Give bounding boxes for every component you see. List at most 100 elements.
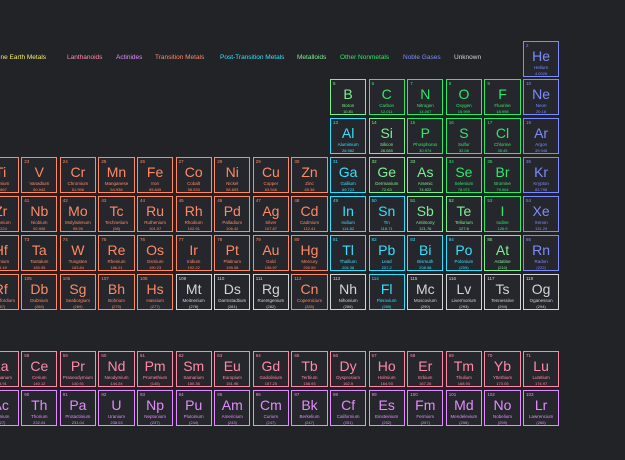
element-cell-bi[interactable]: 83 Bi Bismuth 208.98: [407, 235, 444, 271]
element-cell-lu[interactable]: 71 Lu Lutetium 174.97: [523, 351, 560, 387]
element-cell-pb[interactable]: 82 Pb Lead 207.2: [368, 235, 405, 271]
element-cell-in[interactable]: 49 In Indium 114.82: [330, 196, 367, 232]
element-cell-he[interactable]: 2 He Helium 4.0026: [523, 41, 560, 77]
element-cell-sn[interactable]: 50 Sn Tin 118.71: [368, 196, 405, 232]
element-cell-fl[interactable]: 114 Fl Flerovium (289): [368, 274, 405, 310]
element-cell-si[interactable]: 14 Si Silicon 28.085: [368, 118, 405, 154]
element-cell-ac[interactable]: 89AcActinium(227): [0, 390, 19, 426]
element-cell-pa[interactable]: 91 Pa Protactinium 231.04: [59, 390, 96, 426]
element-cell-tl[interactable]: 81 Tl Thallium 204.38: [330, 235, 367, 271]
element-cell-po[interactable]: 84 Po Polonium (209): [445, 235, 482, 271]
element-cell-bk[interactable]: 97 Bk Berkelium (247): [291, 390, 328, 426]
element-cell-ne[interactable]: 10 Ne Neon 20.18: [523, 79, 560, 115]
element-cell-c[interactable]: 6 C Carbon 12.011: [368, 79, 405, 115]
element-cell-ti[interactable]: 22TiTitanium47.867: [0, 157, 19, 193]
element-cell-cn[interactable]: 112 Cn Copernicium (285): [291, 274, 328, 310]
element-cell-cm[interactable]: 96 Cm Curium (247): [252, 390, 289, 426]
element-cell-rn[interactable]: 86 Rn Radon (222): [523, 235, 560, 271]
element-cell-te[interactable]: 52 Te Tellurium 127.6: [445, 196, 482, 232]
element-cell-v[interactable]: 23 V Vanadium 50.942: [21, 157, 58, 193]
element-cell-rf[interactable]: 104RfRutherfordium(267): [0, 274, 19, 310]
element-cell-pt[interactable]: 78 Pt Platinum 195.08: [214, 235, 251, 271]
element-cell-sg[interactable]: 106 Sg Seaborgium (269): [59, 274, 96, 310]
element-cell-sm[interactable]: 62 Sm Samarium 150.36: [175, 351, 212, 387]
element-cell-fm[interactable]: 100 Fm Fermium (257): [407, 390, 444, 426]
element-cell-db[interactable]: 105 Db Dubnium (268): [21, 274, 58, 310]
element-cell-np[interactable]: 93 Np Neptunium (237): [137, 390, 174, 426]
element-cell-nb[interactable]: 41 Nb Niobium 92.906: [21, 196, 58, 232]
element-cell-ar[interactable]: 18 Ar Argon 39.948: [523, 118, 560, 154]
element-cell-u[interactable]: 92 U Uranium 238.03: [98, 390, 135, 426]
element-cell-kr[interactable]: 36 Kr Krypton 83.798: [523, 157, 560, 193]
element-cell-ts[interactable]: 117 Ts Tennessine (294): [484, 274, 521, 310]
element-cell-th[interactable]: 90 Th Thorium 232.04: [21, 390, 58, 426]
element-cell-eu[interactable]: 63 Eu Europium 151.96: [214, 351, 251, 387]
element-cell-md[interactable]: 101 Md Mendelevium (258): [445, 390, 482, 426]
element-cell-ce[interactable]: 58 Ce Cerium 140.12: [21, 351, 58, 387]
element-cell-os[interactable]: 76 Os Osmium 190.23: [137, 235, 174, 271]
element-cell-er[interactable]: 68 Er Erbium 167.26: [407, 351, 444, 387]
element-cell-at[interactable]: 85 At Astatine (210): [484, 235, 521, 271]
element-cell-gd[interactable]: 64 Gd Gadolinium 157.25: [252, 351, 289, 387]
element-cell-am[interactable]: 95 Am Americium (243): [214, 390, 251, 426]
element-cell-og[interactable]: 118 Og Oganesson (294): [523, 274, 560, 310]
element-cell-ga[interactable]: 31 Ga Gallium 69.723: [330, 157, 367, 193]
element-cell-se[interactable]: 34 Se Selenium 78.971: [445, 157, 482, 193]
element-cell-n[interactable]: 7 N Nitrogen 14.007: [407, 79, 444, 115]
element-cell-ir[interactable]: 77 Ir Iridium 192.22: [175, 235, 212, 271]
element-cell-f[interactable]: 9 F Fluorine 18.998: [484, 79, 521, 115]
element-cell-al[interactable]: 13 Al Aluminium 26.982: [330, 118, 367, 154]
element-cell-dy[interactable]: 66 Dy Dysprosium 162.5: [330, 351, 367, 387]
element-cell-hf[interactable]: 72HfHafnium178.49: [0, 235, 19, 271]
element-cell-co[interactable]: 27 Co Cobalt 58.933: [175, 157, 212, 193]
element-cell-yb[interactable]: 70 Yb Ytterbium 173.05: [484, 351, 521, 387]
element-cell-bh[interactable]: 107 Bh Bohrium (270): [98, 274, 135, 310]
element-cell-ag[interactable]: 47 Ag Silver 107.87: [252, 196, 289, 232]
element-cell-mt[interactable]: 109 Mt Meitnerium (278): [175, 274, 212, 310]
element-cell-cd[interactable]: 48 Cd Cadmium 112.41: [291, 196, 328, 232]
element-cell-cu[interactable]: 29 Cu Copper 63.546: [252, 157, 289, 193]
element-cell-p[interactable]: 15 P Phosphorus 30.974: [407, 118, 444, 154]
element-cell-ds[interactable]: 110 Ds Darmstadtium (281): [214, 274, 251, 310]
element-cell-w[interactable]: 74 W Tungsten 183.84: [59, 235, 96, 271]
element-cell-pr[interactable]: 59 Pr Praseodymium 140.91: [59, 351, 96, 387]
element-cell-cf[interactable]: 98 Cf Californium (251): [330, 390, 367, 426]
element-cell-la[interactable]: 57LaLanthanum138.91: [0, 351, 19, 387]
element-cell-tm[interactable]: 69 Tm Thulium 168.93: [445, 351, 482, 387]
element-cell-no[interactable]: 102 No Nobelium (259): [484, 390, 521, 426]
element-cell-mc[interactable]: 115 Mc Moscovium (290): [407, 274, 444, 310]
element-cell-pm[interactable]: 61 Pm Promethium (145): [137, 351, 174, 387]
element-cell-s[interactable]: 16 S Sulfur 32.06: [445, 118, 482, 154]
element-cell-xe[interactable]: 54 Xe Xenon 131.29: [523, 196, 560, 232]
element-cell-cr[interactable]: 24 Cr Chromium 51.996: [59, 157, 96, 193]
element-cell-tb[interactable]: 65 Tb Terbium 158.93: [291, 351, 328, 387]
element-cell-sb[interactable]: 51 Sb Antimony 121.76: [407, 196, 444, 232]
element-cell-cl[interactable]: 17 Cl Chlorine 35.45: [484, 118, 521, 154]
element-cell-rg[interactable]: 111 Rg Roentgenium (282): [252, 274, 289, 310]
element-cell-au[interactable]: 79 Au Gold 196.97: [252, 235, 289, 271]
element-cell-lr[interactable]: 103 Lr Lawrencium (266): [523, 390, 560, 426]
element-cell-nd[interactable]: 60 Nd Neodymium 144.24: [98, 351, 135, 387]
element-cell-es[interactable]: 99 Es Einsteinium (252): [368, 390, 405, 426]
element-cell-rh[interactable]: 45 Rh Rhodium 102.91: [175, 196, 212, 232]
element-cell-re[interactable]: 75 Re Rhenium 186.21: [98, 235, 135, 271]
element-cell-b[interactable]: 5 B Boron 10.81: [330, 79, 367, 115]
element-cell-o[interactable]: 8 O Oxygen 15.999: [445, 79, 482, 115]
element-cell-mn[interactable]: 25 Mn Manganese 54.938: [98, 157, 135, 193]
element-cell-ta[interactable]: 73 Ta Tantalum 180.95: [21, 235, 58, 271]
element-cell-ge[interactable]: 32 Ge Germanium 72.63: [368, 157, 405, 193]
element-cell-i[interactable]: 53 I Iodine 126.9: [484, 196, 521, 232]
element-cell-hs[interactable]: 108 Hs Hassium (277): [137, 274, 174, 310]
element-cell-fe[interactable]: 26 Fe Iron 55.845: [137, 157, 174, 193]
element-cell-br[interactable]: 35 Br Bromine 79.904: [484, 157, 521, 193]
element-cell-zr[interactable]: 40ZrZirconium91.224: [0, 196, 19, 232]
element-cell-pd[interactable]: 46 Pd Palladium 106.42: [214, 196, 251, 232]
element-cell-tc[interactable]: 43 Tc Technetium (98): [98, 196, 135, 232]
element-cell-hg[interactable]: 80 Hg Mercury 200.59: [291, 235, 328, 271]
element-cell-ru[interactable]: 44 Ru Ruthenium 101.07: [137, 196, 174, 232]
element-cell-nh[interactable]: 113 Nh Nihonium (286): [330, 274, 367, 310]
element-cell-pu[interactable]: 94 Pu Plutonium (244): [175, 390, 212, 426]
element-cell-ni[interactable]: 28 Ni Nickel 58.693: [214, 157, 251, 193]
element-cell-ho[interactable]: 67 Ho Holmium 164.93: [368, 351, 405, 387]
element-cell-lv[interactable]: 116 Lv Livermorium (293): [445, 274, 482, 310]
